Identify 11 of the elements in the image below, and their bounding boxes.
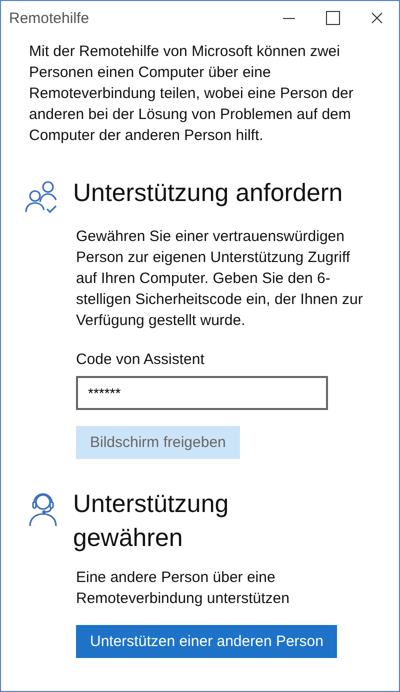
section-heading: Unterstützung anfordern [73,178,343,209]
field-label: Code von Assistent [76,351,206,368]
window-title: Remotehilfe [9,10,90,26]
maximize-icon[interactable] [325,10,341,26]
code-field[interactable]: ****** [76,376,328,410]
section-text: Eine andere Person über eine Remoteverbindung unterstützen [76,568,290,609]
intro-text: Mit der Remotehilfe von Microsoft können zwei Personen einen Computer über eine Remoteverbindung teilen, wobei eine Person der anderen bei der Lösung von Problemen auf dem Computer der anderen Person hilft. [29,42,354,146]
section-heading: Unterstützung gewähren [73,489,230,554]
close-icon[interactable] [369,10,385,26]
help-button[interactable]: Unterstützen einer anderen Person [76,625,338,658]
section-text: Gewähren Sie einer vertrauenswürdigen Person zur eigenen Unterstützung Zugriff auf Ihren Computer. Geben Sie den 6-stelligen Sicherheitscode ein, der Ihnen zur Verfügung gestellt wurde. [76,227,364,331]
